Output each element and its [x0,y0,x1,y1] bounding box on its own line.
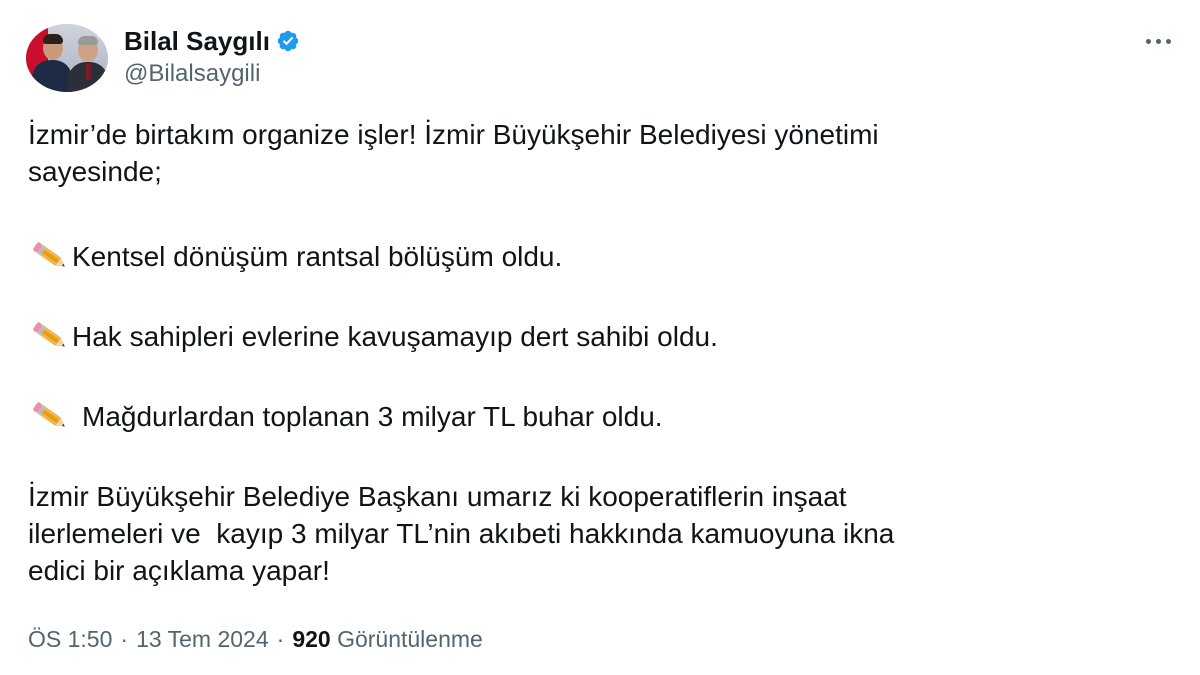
meta-separator: · [276,626,285,652]
pencil-icon [33,242,65,267]
bullet-text: Hak sahipleri evlerine kavuşamayıp dert … [72,321,718,352]
verified-badge-icon[interactable] [276,29,300,53]
bullet-text: Kentsel dönüşüm rantsal bölüşüm oldu. [72,241,563,272]
pencil-icon [33,402,65,427]
tweet-paragraph-1: İzmir’de birtakım organize işler! İzmir … [28,116,1168,190]
tweet-line: edici bir açıklama yapar! [28,555,330,586]
avatar[interactable] [26,24,108,92]
views-count: 920 [292,626,331,652]
bullet-text: Mağdurlardan toplanan 3 milyar TL buhar … [82,401,663,432]
author-name-row: Bilal Saygılı [124,26,300,56]
author-handle[interactable]: @Bilalsaygili [124,60,260,88]
meta-separator: · [120,626,129,652]
tweet-card: Bilal Saygılı @Bilalsaygili İzmir’de bir… [0,0,1200,675]
more-options-button[interactable] [1138,26,1178,56]
tweet-time[interactable]: ÖS 1:50 [28,626,112,652]
author-name[interactable]: Bilal Saygılı [124,26,270,56]
tweet-paragraph-2: İzmir Büyükşehir Belediye Başkanı umarız… [28,478,1168,589]
tweet-line: İzmir’de birtakım organize işler! İzmir … [28,119,879,150]
tweet-line: İzmir Büyükşehir Belediye Başkanı umarız… [28,481,847,512]
views-label: Görüntülenme [337,626,483,652]
tweet-bullet-2: Hak sahipleri evlerine kavuşamayıp dert … [28,318,1168,355]
tweet-line: ilerlemeleri ve kayıp 3 milyar TL’nin ak… [28,518,895,549]
tweet-meta: ÖS 1:50 · 13 Tem 2024 · 920 Görüntülenme [28,624,483,654]
pencil-icon [33,322,65,347]
tweet-line: sayesinde; [28,156,162,187]
more-dots-icon [1145,38,1151,44]
tweet-bullet-1: Kentsel dönüşüm rantsal bölüşüm oldu. [28,238,1168,275]
tweet-date[interactable]: 13 Tem 2024 [136,626,269,652]
tweet-bullet-3: Mağdurlardan toplanan 3 milyar TL buhar … [28,398,1168,435]
